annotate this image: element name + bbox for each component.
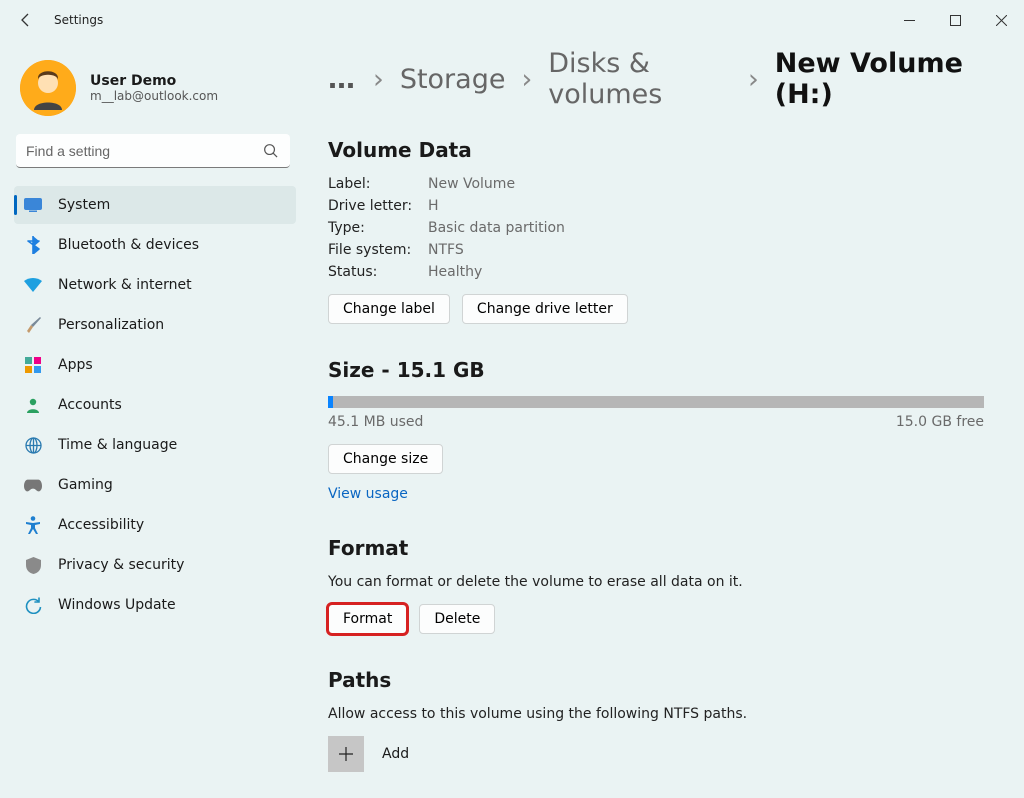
volume-data-heading: Volume Data <box>328 138 984 162</box>
titlebar: Settings <box>0 0 1024 40</box>
nav-label: Network & internet <box>58 277 192 293</box>
system-icon <box>24 196 42 214</box>
paths-heading: Paths <box>328 668 984 692</box>
nav-label: Windows Update <box>58 597 176 613</box>
nav-label: Apps <box>58 357 93 373</box>
nav-privacy[interactable]: Privacy & security <box>14 546 296 584</box>
nav-label: System <box>58 197 110 213</box>
back-button[interactable] <box>18 12 34 28</box>
nav-accessibility[interactable]: Accessibility <box>14 506 296 544</box>
size-section: Size - 15.1 GB 45.1 MB used 15.0 GB free… <box>328 358 984 502</box>
profile-name: User Demo <box>90 73 218 89</box>
change-label-button[interactable]: Change label <box>328 294 450 324</box>
globe-clock-icon <box>24 436 42 454</box>
main-content: … › Storage › Disks & volumes › New Volu… <box>300 40 1024 798</box>
nav: System Bluetooth & devices Network & int… <box>14 186 296 624</box>
search-wrap <box>16 134 290 168</box>
size-bar-used <box>328 396 333 408</box>
format-button[interactable]: Format <box>328 604 407 634</box>
nav-windows-update[interactable]: Windows Update <box>14 586 296 624</box>
profile-block[interactable]: User Demo m__lab@outlook.com <box>14 48 296 134</box>
size-free-text: 15.0 GB free <box>896 414 984 430</box>
drive-letter-key: Drive letter: <box>328 198 428 214</box>
profile-email: m__lab@outlook.com <box>90 89 218 103</box>
filesystem-key: File system: <box>328 242 428 258</box>
nav-label: Time & language <box>58 437 177 453</box>
nav-network[interactable]: Network & internet <box>14 266 296 304</box>
add-path-label: Add <box>382 746 409 762</box>
format-heading: Format <box>328 536 984 560</box>
nav-personalization[interactable]: Personalization <box>14 306 296 344</box>
nav-system[interactable]: System <box>14 186 296 224</box>
filesystem-value: NTFS <box>428 242 984 258</box>
plus-icon <box>338 746 354 762</box>
volume-data-grid: Label: New Volume Drive letter: H Type: … <box>328 176 984 280</box>
breadcrumb-current: New Volume (H:) <box>775 48 984 110</box>
sidebar: User Demo m__lab@outlook.com System Blue… <box>0 40 300 798</box>
add-path-button[interactable] <box>328 736 364 772</box>
shield-icon <box>24 556 42 574</box>
change-size-button[interactable]: Change size <box>328 444 443 474</box>
format-section: Format You can format or delete the volu… <box>328 536 984 634</box>
chevron-right-icon: › <box>521 64 532 95</box>
window-controls <box>886 0 1024 40</box>
update-icon <box>24 596 42 614</box>
breadcrumb: … › Storage › Disks & volumes › New Volu… <box>328 48 984 110</box>
paintbrush-icon <box>24 316 42 334</box>
wifi-icon <box>24 276 42 294</box>
status-key: Status: <box>328 264 428 280</box>
close-button[interactable] <box>978 0 1024 40</box>
format-description: You can format or delete the volume to e… <box>328 574 984 590</box>
volume-data-section: Volume Data Label: New Volume Drive lett… <box>328 138 984 324</box>
nav-label: Personalization <box>58 317 164 333</box>
status-value: Healthy <box>428 264 984 280</box>
nav-label: Accounts <box>58 397 122 413</box>
accessibility-icon <box>24 516 42 534</box>
label-key: Label: <box>328 176 428 192</box>
chevron-right-icon: › <box>748 64 759 95</box>
maximize-button[interactable] <box>932 0 978 40</box>
paths-section: Paths Allow access to this volume using … <box>328 668 984 772</box>
size-bar: 45.1 MB used 15.0 GB free <box>328 396 984 430</box>
type-key: Type: <box>328 220 428 236</box>
type-value: Basic data partition <box>428 220 984 236</box>
breadcrumb-disks-volumes[interactable]: Disks & volumes <box>548 48 732 110</box>
size-used-text: 45.1 MB used <box>328 414 423 430</box>
person-icon <box>24 396 42 414</box>
nav-label: Gaming <box>58 477 113 493</box>
view-usage-link[interactable]: View usage <box>328 486 408 502</box>
app-title: Settings <box>54 13 103 27</box>
apps-icon <box>24 356 42 374</box>
nav-accounts[interactable]: Accounts <box>14 386 296 424</box>
nav-label: Privacy & security <box>58 557 184 573</box>
label-value: New Volume <box>428 176 984 192</box>
nav-apps[interactable]: Apps <box>14 346 296 384</box>
avatar <box>20 60 76 116</box>
breadcrumb-more[interactable]: … <box>328 64 357 95</box>
nav-time-language[interactable]: Time & language <box>14 426 296 464</box>
chevron-right-icon: › <box>373 64 384 95</box>
nav-gaming[interactable]: Gaming <box>14 466 296 504</box>
change-drive-letter-button[interactable]: Change drive letter <box>462 294 628 324</box>
minimize-button[interactable] <box>886 0 932 40</box>
nav-bluetooth[interactable]: Bluetooth & devices <box>14 226 296 264</box>
search-icon <box>263 143 278 158</box>
paths-description: Allow access to this volume using the fo… <box>328 706 984 722</box>
gamepad-icon <box>24 476 42 494</box>
nav-label: Accessibility <box>58 517 144 533</box>
search-input[interactable] <box>16 134 290 168</box>
nav-label: Bluetooth & devices <box>58 237 199 253</box>
size-heading: Size - 15.1 GB <box>328 358 984 382</box>
breadcrumb-storage[interactable]: Storage <box>400 64 506 95</box>
bluetooth-icon <box>24 236 42 254</box>
drive-letter-value: H <box>428 198 984 214</box>
delete-button[interactable]: Delete <box>419 604 495 634</box>
